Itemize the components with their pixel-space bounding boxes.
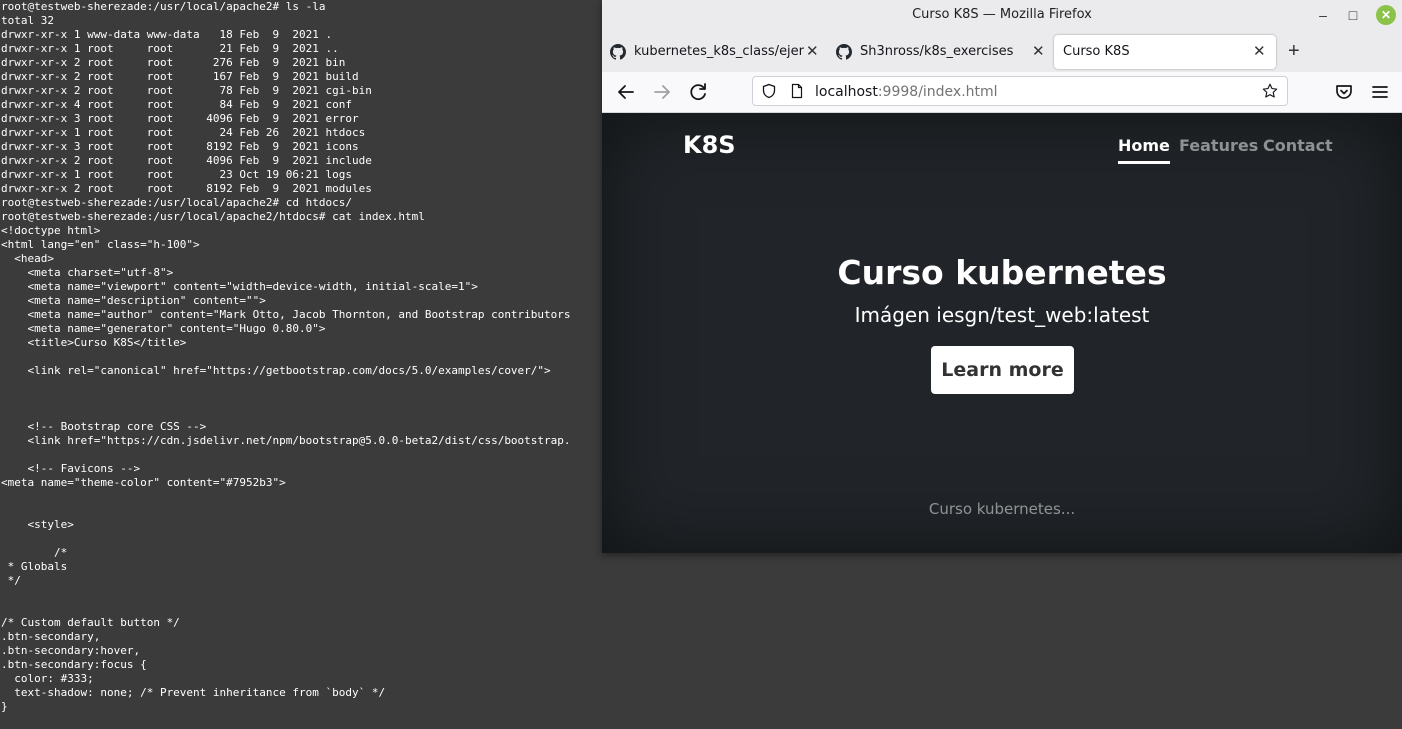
hamburger-menu-icon[interactable] [1368, 80, 1392, 104]
tracking-shield-icon[interactable] [761, 83, 777, 99]
nav-link-home[interactable]: Home [1118, 136, 1170, 164]
navigation-toolbar: localhost:9998/index.html [602, 72, 1402, 113]
github-icon [610, 44, 626, 60]
site-brand[interactable]: K8S [683, 131, 736, 159]
window-title: Curso K8S — Mozilla Firefox [912, 7, 1092, 22]
tab-strip: kubernetes_k8s_class/ejercicios ✕ Sh3nro… [602, 30, 1402, 72]
url-path: :9998/index.html [877, 84, 998, 100]
reload-icon[interactable] [686, 80, 710, 104]
hero-title: Curso kubernetes [837, 253, 1167, 292]
close-tab-icon[interactable]: ✕ [1253, 42, 1266, 60]
tab-label: kubernetes_k8s_class/ejercicios [634, 44, 804, 59]
learn-more-button[interactable]: Learn more [931, 346, 1074, 394]
close-tab-icon[interactable]: ✕ [1032, 42, 1045, 60]
tab-kubernetes-class[interactable]: kubernetes_k8s_class/ejercicios ✕ [610, 35, 820, 69]
minimize-button[interactable]: – [1312, 4, 1334, 26]
page-footer: Curso kubernetes... [928, 500, 1076, 518]
new-tab-button[interactable]: + [1288, 40, 1300, 63]
tab-k8s-exercises[interactable]: Sh3nross/k8s_exercises ✕ [836, 35, 1046, 69]
maximize-button[interactable]: □ [1342, 4, 1364, 26]
github-icon [836, 44, 852, 60]
hero-lead: Imágen iesgn/test_web:latest [854, 303, 1150, 327]
url-text[interactable]: localhost:9998/index.html [815, 84, 998, 100]
tab-curso-k8s-active[interactable]: Curso K8S ✕ [1054, 35, 1276, 69]
nav-link-features[interactable]: Features [1179, 136, 1258, 155]
web-page-content: K8S Home Features Contact Curso kubernet… [602, 113, 1402, 553]
title-bar[interactable]: Curso K8S — Mozilla Firefox – □ ✕ [602, 0, 1402, 30]
back-arrow-icon[interactable] [614, 80, 638, 104]
url-host: localhost [815, 84, 878, 100]
firefox-window: Curso K8S — Mozilla Firefox – □ ✕ kubern… [602, 0, 1402, 553]
nav-link-contact[interactable]: Contact [1263, 136, 1333, 155]
close-tab-icon[interactable]: ✕ [806, 42, 819, 60]
forward-arrow-icon[interactable] [650, 80, 674, 104]
close-window-button[interactable]: ✕ [1376, 5, 1396, 25]
bookmark-star-icon[interactable] [1261, 82, 1279, 100]
tab-label: Sh3nross/k8s_exercises [860, 44, 1014, 59]
pocket-icon[interactable] [1332, 80, 1356, 104]
tab-label: Curso K8S [1063, 44, 1130, 59]
page-info-icon[interactable] [789, 83, 805, 99]
url-bar[interactable]: localhost:9998/index.html [752, 76, 1288, 106]
